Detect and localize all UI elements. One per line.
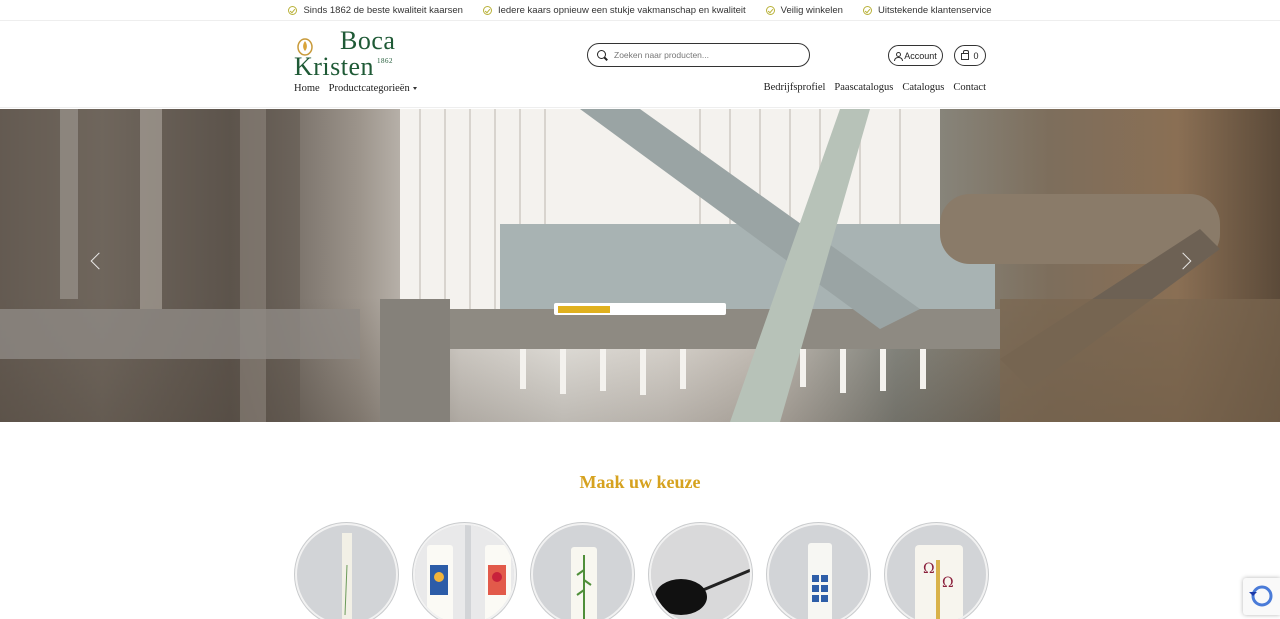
hero-image: [0, 109, 1280, 422]
two-candles-icon: [415, 525, 514, 619]
logo-line-2-wrap: Kristen 1862: [294, 51, 395, 81]
site-header: Boca Kristen 1862 Account 0 Home Product…: [0, 21, 1280, 108]
account-button[interactable]: Account: [888, 45, 943, 66]
alpha-omega-candle-icon: Ω Ω: [915, 545, 963, 619]
popup-highlight: [558, 305, 610, 313]
nav-categories-label: Productcategorieën: [328, 83, 410, 94]
usp-item: Uitstekende klantenservice: [862, 4, 992, 16]
cart-count: 0: [973, 50, 979, 61]
recaptcha-badge[interactable]: [1243, 578, 1280, 615]
category-blue-cross-candle[interactable]: [767, 523, 870, 619]
section-title: Maak uw keuze: [579, 472, 701, 492]
logo-line-1: Boca: [340, 26, 396, 55]
usp-text: Iedere kaars opnieuw een stukje vakmansc…: [497, 4, 746, 16]
search-input[interactable]: [614, 50, 794, 60]
tall-candle-icon: [342, 533, 352, 619]
svg-text:Ω: Ω: [923, 561, 935, 577]
main-nav-right: Bedrijfsprofiel Paascatalogus Catalogus …: [764, 82, 986, 93]
nav-contact[interactable]: Contact: [953, 82, 986, 93]
search-box: [587, 43, 810, 67]
shopping-bag-icon: [961, 50, 970, 60]
site-logo[interactable]: Boca Kristen 1862: [294, 26, 404, 80]
search-icon[interactable]: [597, 49, 608, 61]
check-icon: [288, 5, 298, 15]
blue-cross-candle-icon: [808, 543, 832, 619]
category-green-vine-candle[interactable]: [531, 523, 634, 619]
usp-text: Uitstekende klantenservice: [877, 4, 992, 16]
main-nav-left: Home Productcategorieën: [294, 83, 417, 94]
usp-text: Sinds 1862 de beste kwaliteit kaarsen: [303, 4, 463, 16]
usp-bar: Sinds 1862 de beste kwaliteit kaarsen Ie…: [0, 0, 1280, 21]
logo-line-2: Kristen: [294, 52, 375, 81]
check-icon: [482, 5, 492, 15]
candle-brush-icon: [651, 525, 750, 619]
usp-item: Veilig winkelen: [765, 4, 843, 16]
hero-slider: [0, 109, 1280, 422]
cart-button[interactable]: 0: [954, 45, 986, 66]
nav-categories[interactable]: Productcategorieën: [329, 83, 417, 94]
nav-paascatalogus[interactable]: Paascatalogus: [834, 82, 893, 93]
nav-bedrijfsprofiel[interactable]: Bedrijfsprofiel: [764, 82, 826, 93]
category-candle-brush[interactable]: [649, 523, 752, 619]
nav-home[interactable]: Home: [294, 83, 320, 94]
slide-popup: [554, 303, 726, 315]
green-vine-candle-icon: [571, 547, 597, 619]
usp-item: Iedere kaars opnieuw een stukje vakmansc…: [482, 4, 746, 16]
check-icon: [765, 5, 775, 15]
category-tall-candle[interactable]: [295, 523, 398, 619]
usp-text: Veilig winkelen: [780, 4, 843, 16]
logo-wordmark: Boca Kristen 1862: [294, 26, 396, 80]
category-list: Ω Ω: [295, 523, 988, 619]
category-alpha-omega-candle[interactable]: Ω Ω: [885, 523, 988, 619]
svg-text:Ω: Ω: [942, 575, 954, 591]
category-two-candles[interactable]: [413, 523, 516, 619]
logo-year: 1862: [377, 57, 394, 65]
check-icon: [862, 5, 872, 15]
user-icon: [894, 51, 904, 61]
recaptcha-icon: [1249, 585, 1273, 607]
usp-item: Sinds 1862 de beste kwaliteit kaarsen: [288, 5, 463, 16]
caret-down-icon: [412, 87, 417, 91]
account-label: Account: [904, 50, 937, 61]
nav-catalogus[interactable]: Catalogus: [902, 82, 944, 93]
